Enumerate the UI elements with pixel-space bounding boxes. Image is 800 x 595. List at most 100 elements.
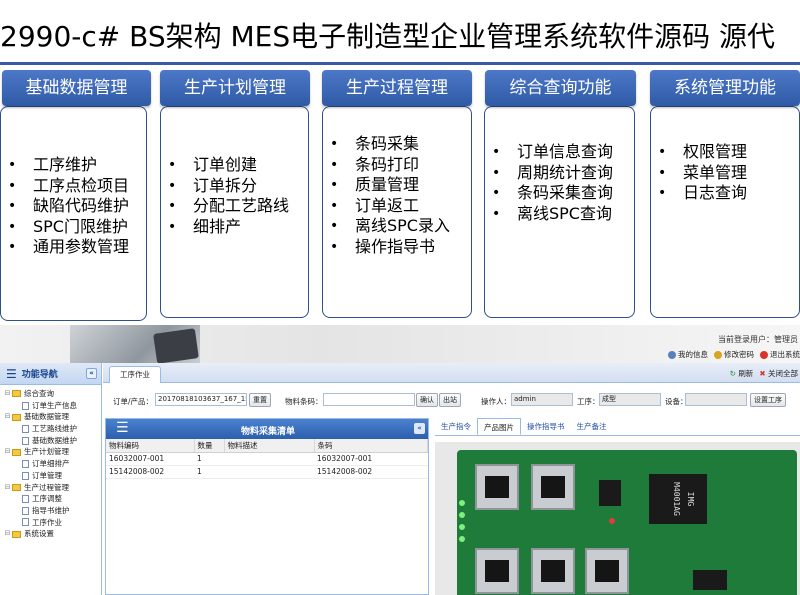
column-header[interactable]: 物料编码	[106, 439, 195, 453]
category-item: 权限管理	[651, 142, 747, 163]
folder-icon	[12, 390, 21, 398]
rj45-port-image	[585, 548, 629, 594]
led-icon	[459, 500, 465, 506]
nav-tree-item[interactable]: 工序调整	[0, 493, 101, 505]
table-cell: 15142008-002	[314, 465, 428, 479]
expand-toggle-icon[interactable]: ⊟	[4, 411, 11, 423]
nav-tree-label: 工序作业	[32, 517, 62, 527]
table-cell	[224, 465, 314, 479]
nav-tree-item[interactable]: ⊟ 生产计划管理	[0, 446, 101, 458]
nav-tree-item[interactable]: 订单细排产	[0, 458, 101, 470]
column-header[interactable]: 物料描述	[224, 439, 315, 453]
page-icon	[22, 495, 29, 504]
table-header-row: 物料编码 数量 物料描述 条码	[106, 439, 428, 453]
confirm-button[interactable]: 确认	[416, 393, 438, 407]
panel-tab[interactable]: 操作指导书	[521, 418, 571, 435]
nav-tree-label: 基础数据管理	[24, 412, 69, 422]
collapse-grid-button[interactable]: «	[414, 423, 425, 434]
category-item: 周期统计查询	[485, 163, 613, 184]
set-process-button[interactable]: 设置工序	[750, 393, 786, 407]
collapse-sidebar-button[interactable]: «	[86, 368, 97, 379]
page-icon	[22, 424, 29, 433]
column-header[interactable]: 条码	[314, 439, 428, 453]
material-input[interactable]	[323, 393, 415, 406]
nav-tree-item[interactable]: 工艺路线维护	[0, 423, 101, 435]
device-field	[685, 393, 747, 406]
close-all-button[interactable]: ✖ 关闭全部	[759, 368, 798, 379]
close-all-label: 关闭全部	[768, 369, 798, 378]
operation-form: 订单/产品： 20170818103637_167_15 重置 物料条码： 确认…	[103, 387, 800, 413]
nav-tree: ⊟ 综合查询 订单生产信息 ⊟ 基础数据管理 工艺路线维护 基础数据维护 ⊟ 生产计划管理 订单细…	[0, 385, 101, 540]
category-item: 订单创建	[161, 155, 289, 176]
nav-tree-item[interactable]: 订单管理	[0, 470, 101, 482]
page-icon	[22, 436, 29, 445]
nav-tree-item[interactable]: 订单生产信息	[0, 400, 101, 412]
app-screenshot: 当前登录用户：管理员 我的信息 修改密码 退出系统 ☰ 功能导航 « ⊟ 综合查询 订单…	[0, 325, 800, 595]
material-grid: ☰ 物料采集清单 « 物料编码 数量 物料描述 条码 16032007-001 1 160…	[105, 418, 429, 595]
material-label: 物料条码：	[285, 397, 323, 406]
reset-button[interactable]: 重置	[249, 393, 271, 407]
nav-tree-item[interactable]: ⊟ 生产过程管理	[0, 482, 101, 494]
nav-tree-item[interactable]: ⊟ 系统设置	[0, 528, 101, 540]
panel-tab[interactable]: 生产指令	[435, 418, 477, 435]
nav-tree-item[interactable]: ⊟ 基础数据管理	[0, 411, 101, 423]
category-item: 订单拆分	[161, 176, 289, 197]
slide: 2990-c# BS架构 MES电子制造型企业管理系统软件源码 源代 工序维护工…	[0, 0, 800, 595]
expand-toggle-icon[interactable]: ⊟	[4, 446, 11, 458]
folder-icon	[12, 530, 21, 538]
main-area: 工序作业 ↻ 刷新 ✖ 关闭全部 订单/产品： 20170818103637_1…	[103, 363, 800, 595]
user-link[interactable]: 我的信息	[668, 349, 708, 360]
nav-tree-label: 系统设置	[24, 529, 54, 539]
expand-toggle-icon[interactable]: ⊟	[4, 528, 11, 540]
expand-toggle-icon[interactable]: ⊟	[4, 482, 11, 494]
app-banner: 当前登录用户：管理员 我的信息 修改密码 退出系统	[0, 325, 800, 363]
out-station-button[interactable]: 出站	[439, 393, 461, 407]
process-field: 成型	[599, 393, 661, 406]
led-icon	[609, 518, 615, 524]
rj45-port-image	[531, 548, 575, 594]
table-row[interactable]: 15142008-002 1 15142008-002	[106, 465, 428, 479]
panel-tab[interactable]: 产品图片	[477, 418, 521, 435]
panel-tab[interactable]: 生产备注	[571, 418, 613, 435]
nav-tree-label: 生产计划管理	[24, 447, 69, 457]
tab-process-work[interactable]: 工序作业	[109, 366, 161, 383]
table-row[interactable]: 16032007-001 1 16032007-001	[106, 452, 428, 466]
folder-icon	[12, 413, 21, 421]
hamburger-icon: ☰	[6, 366, 17, 381]
exit-link[interactable]: 退出系统	[760, 349, 800, 360]
key-link[interactable]: 修改密码	[714, 349, 754, 360]
nav-tree-item[interactable]: 工序作业	[0, 517, 101, 529]
page-title: 2990-c# BS架构 MES电子制造型企业管理系统软件源码 源代	[0, 20, 776, 53]
category-item: 条码采集	[323, 134, 450, 155]
nav-tree-item[interactable]: ⊟ 综合查询	[0, 388, 101, 400]
category-box: 工序维护工序点检项目缺陷代码维护SPC门限维护通用参数管理	[0, 106, 147, 321]
chip-label-1: IMG	[686, 491, 695, 507]
nav-tree-item[interactable]: 指导书维护	[0, 505, 101, 517]
category-header: 系统管理功能	[650, 70, 800, 106]
category-item-list: 工序维护工序点检项目缺陷代码维护SPC门限维护通用参数管理	[1, 155, 129, 258]
category-item: 质量管理	[323, 175, 450, 196]
exit-icon	[760, 350, 768, 359]
page-icon	[22, 506, 29, 515]
power-jack-image	[599, 480, 621, 506]
product-photo: IMG M4001AG	[435, 442, 800, 595]
nav-tree-label: 订单生产信息	[32, 400, 77, 410]
page-icon	[22, 459, 29, 468]
page-icon	[22, 518, 29, 527]
rj45-port-image	[475, 548, 519, 594]
info-panel: 生产指令 产品图片 操作指导书 生产备注 IMG M4001AG	[435, 418, 800, 595]
operator-label: 操作人：	[481, 397, 511, 406]
column-header[interactable]: 数量	[194, 439, 225, 453]
tab-actions: ↻ 刷新 ✖ 关闭全部	[730, 368, 798, 379]
refresh-button[interactable]: ↻ 刷新	[730, 368, 754, 379]
order-input[interactable]: 20170818103637_167_15	[155, 393, 247, 406]
table-cell: 16032007-001	[106, 452, 194, 466]
category-item: 缺陷代码维护	[1, 196, 129, 217]
order-label: 订单/产品：	[113, 397, 154, 406]
grid-title: 物料采集清单	[240, 427, 295, 437]
title-divider	[0, 62, 800, 65]
expand-toggle-icon[interactable]: ⊟	[4, 388, 11, 400]
nav-tree-item[interactable]: 基础数据维护	[0, 435, 101, 447]
nav-tree-label: 工序调整	[32, 494, 62, 504]
category-box: 权限管理菜单管理日志查询	[650, 106, 800, 318]
